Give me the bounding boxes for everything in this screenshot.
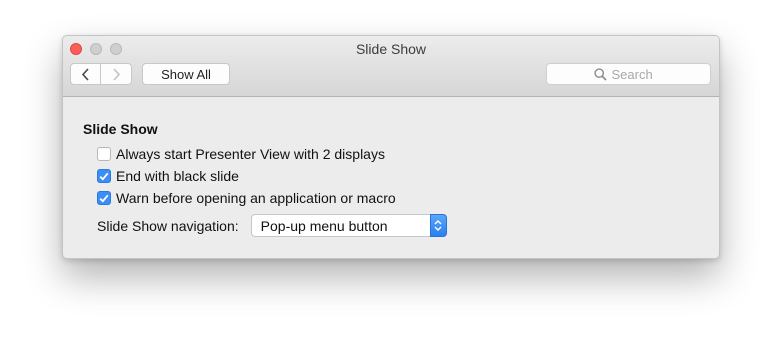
checkbox-checked[interactable] <box>97 191 111 205</box>
section-heading: Slide Show <box>83 121 158 137</box>
option-warn-macro[interactable]: Warn before opening an application or ma… <box>97 190 396 206</box>
window-title: Slide Show <box>355 41 427 57</box>
popup-arrows-icon[interactable] <box>429 214 447 237</box>
checkmark-icon <box>99 172 109 181</box>
search-input[interactable] <box>611 66 664 82</box>
navigation-label: Slide Show navigation: <box>97 217 239 234</box>
chevron-right-icon <box>112 67 120 81</box>
option-label: Always start Presenter View with 2 displ… <box>116 146 385 162</box>
title-bar: Slide Show Show All <box>63 36 719 97</box>
popup-selected-value: Pop-up menu button <box>260 217 388 234</box>
checkbox-checked[interactable] <box>97 169 111 183</box>
back-button[interactable] <box>70 63 101 85</box>
option-label: End with black slide <box>116 168 239 184</box>
option-label: Warn before opening an application or ma… <box>116 190 396 206</box>
history-navigation <box>70 63 132 85</box>
forward-button[interactable] <box>101 63 132 85</box>
chevron-left-icon <box>81 67 89 81</box>
checkmark-icon <box>99 194 109 203</box>
checkbox-unchecked[interactable] <box>97 147 111 161</box>
option-end-black-slide[interactable]: End with black slide <box>97 168 239 184</box>
navigation-popup-menu[interactable]: Pop-up menu button <box>250 214 447 237</box>
updown-chevrons-icon <box>434 220 442 231</box>
preferences-window: Slide Show Show All Slide Show <box>62 35 720 259</box>
search-field[interactable] <box>546 63 711 85</box>
show-all-button[interactable]: Show All <box>142 63 230 85</box>
navigation-setting: Slide Show navigation: Pop-up menu butto… <box>97 214 447 237</box>
option-presenter-view[interactable]: Always start Presenter View with 2 displ… <box>97 146 385 162</box>
magnifier-icon <box>593 67 607 81</box>
